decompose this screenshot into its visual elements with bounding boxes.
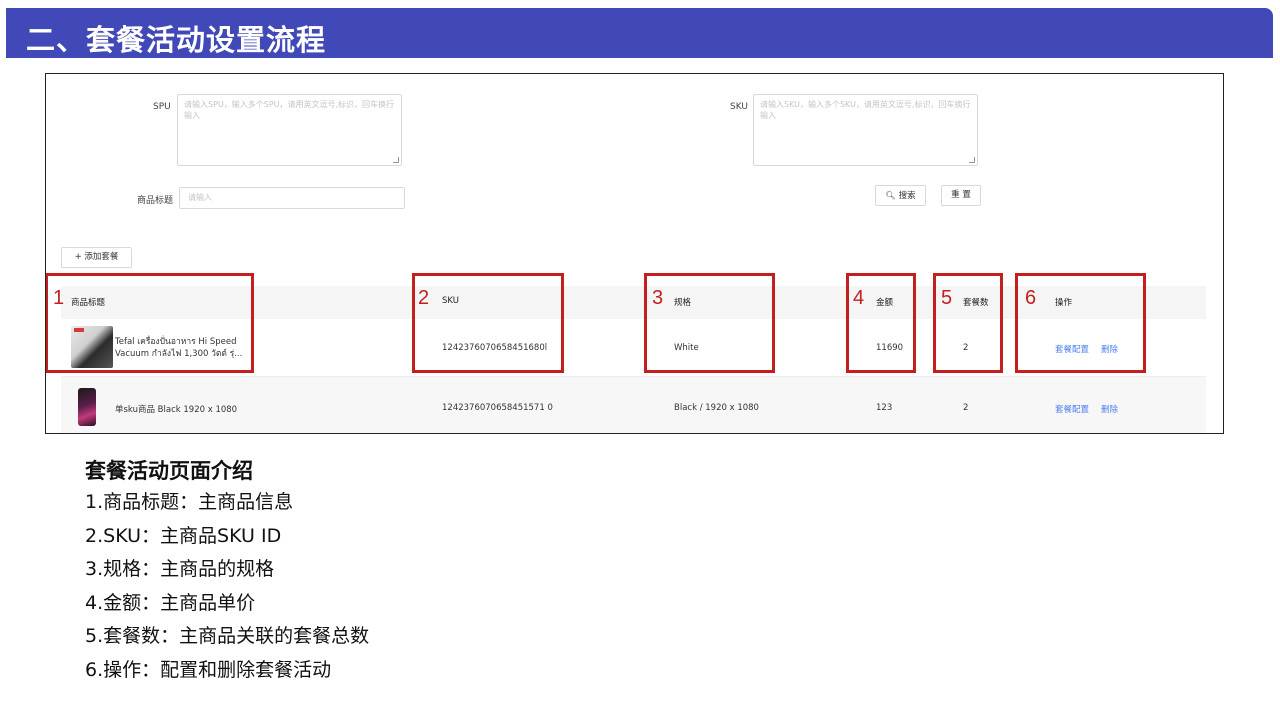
slide-title-bar: 二、套餐活动设置流程 (6, 8, 1273, 58)
intro-line: 1.商品标题：主商品信息 (85, 491, 294, 513)
intro-line: 2.SKU：主商品SKU ID (85, 524, 282, 547)
row-amount: 123 (876, 403, 893, 413)
delete-link[interactable]: 删除 (1101, 403, 1118, 415)
package-activity-screenshot: SPU 请输入SPU，输入多个SPU，请用英文逗号,标识，回车换行输入 SKU … (45, 73, 1224, 434)
row-title: 单sku商品 Black 1920 x 1080 (115, 405, 238, 415)
resize-handle-icon[interactable] (393, 157, 399, 163)
slide-title: 二、套餐活动设置流程 (26, 23, 327, 57)
marker-number: 3 (652, 287, 664, 309)
search-button[interactable]: 🔍︎ 搜索 (875, 185, 926, 206)
marker-number: 4 (853, 287, 865, 309)
sku-placeholder: 请输入SKU，输入多个SKU，请用英文逗号,标识，回车换行输入 (760, 100, 971, 120)
intro-line: 5.套餐数：主商品关联的套餐总数 (85, 625, 370, 647)
spu-label: SPU (153, 102, 171, 112)
marker-number: 2 (418, 287, 430, 309)
search-icon: 🔍︎ (885, 191, 896, 200)
intro-title: 套餐活动页面介绍 (85, 459, 253, 483)
intro-line: 4.金额：主商品单价 (85, 591, 256, 614)
product-thumbnail (78, 388, 96, 426)
highlight-box-title (46, 273, 254, 373)
title-filter-input[interactable]: 请输入 (179, 187, 405, 209)
intro-line: 3.规格：主商品的规格 (85, 558, 275, 580)
title-filter-label: 商品标题 (137, 196, 174, 206)
row-spec: Black / 1920 x 1080 (674, 403, 759, 413)
add-package-button[interactable]: + 添加套餐 (61, 247, 132, 268)
resize-handle-icon[interactable] (969, 157, 975, 163)
intro-section: 套餐活动页面介绍 1.商品标题：主商品信息 2.SKU：主商品SKU ID 3.… (85, 456, 369, 687)
spu-input[interactable]: 请输入SPU，输入多个SPU，请用英文逗号,标识，回车换行输入 (177, 94, 402, 166)
marker-number: 1 (53, 287, 65, 309)
intro-line: 6.操作：配置和删除套餐活动 (85, 658, 332, 681)
sku-label: SKU (730, 102, 748, 112)
row-sku: 1242376070658451571 0 (442, 403, 553, 413)
marker-number: 6 (1025, 287, 1037, 309)
package-config-link[interactable]: 套餐配置 (1055, 403, 1089, 415)
search-button-label: 搜索 (898, 191, 916, 201)
spu-placeholder: 请输入SPU，输入多个SPU，请用英文逗号,标识，回车换行输入 (184, 100, 395, 120)
sku-input[interactable]: 请输入SKU，输入多个SKU，请用英文逗号,标识，回车换行输入 (753, 94, 978, 166)
title-filter-placeholder: 请输入 (188, 193, 212, 202)
highlight-box-spec (644, 273, 775, 373)
marker-number: 5 (941, 287, 953, 309)
reset-button[interactable]: 重 置 (941, 185, 981, 206)
highlight-box-sku (412, 273, 564, 373)
row-count: 2 (963, 403, 969, 413)
